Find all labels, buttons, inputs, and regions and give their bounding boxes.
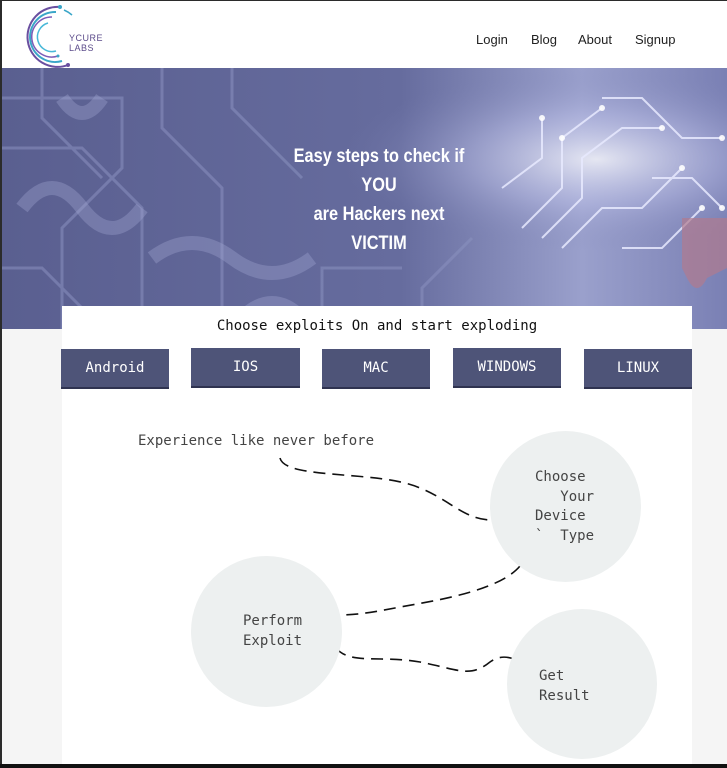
step-choose-label: Choose Your Device ` Type bbox=[535, 469, 595, 544]
step-result-label: Get Result bbox=[539, 668, 590, 704]
step-perform-label: Perform Exploit bbox=[243, 613, 303, 649]
window-bottom-border bbox=[0, 764, 727, 768]
